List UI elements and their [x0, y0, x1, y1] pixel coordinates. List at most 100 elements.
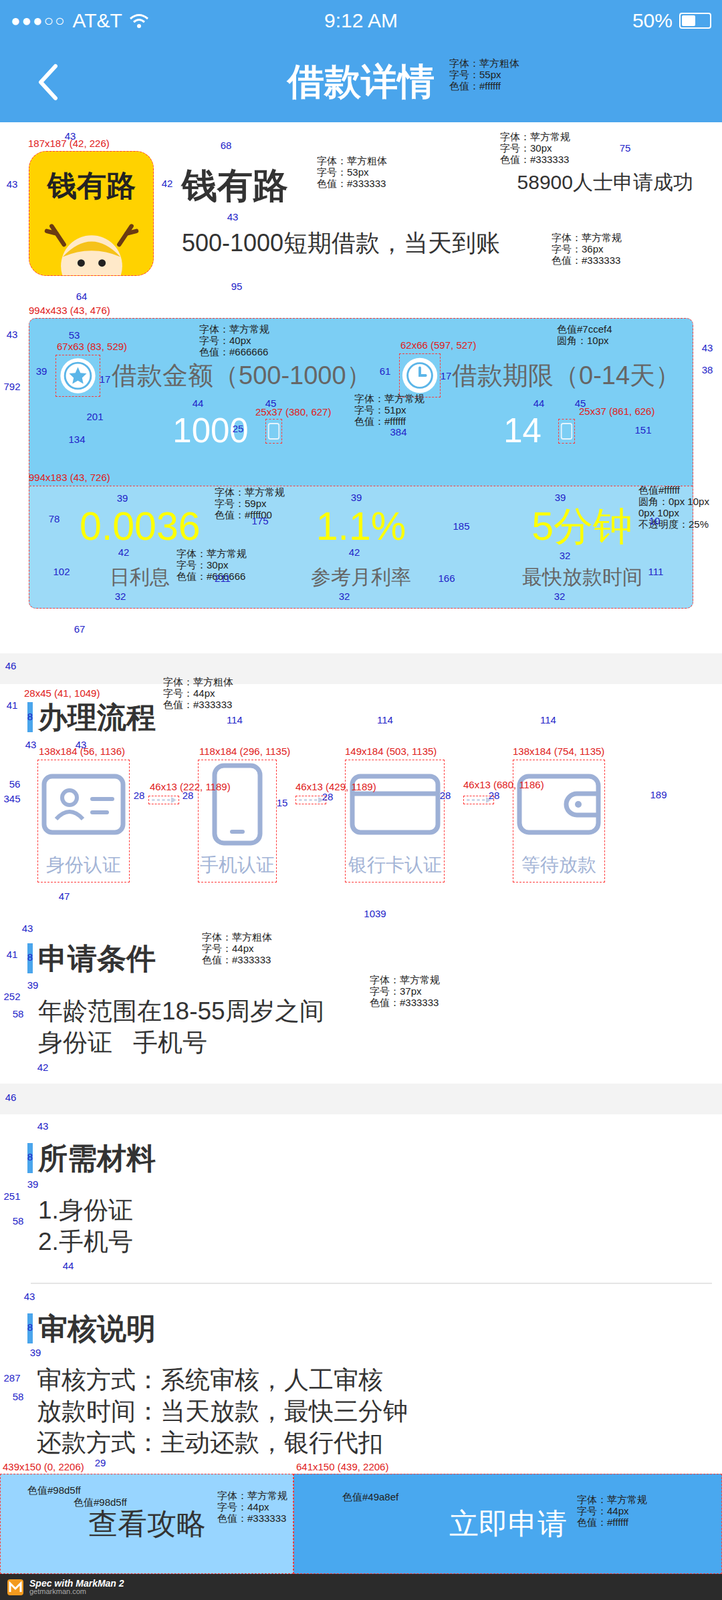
dimension-label: 114: [540, 715, 557, 726]
arrow-icon: [463, 796, 495, 805]
title-bar: [27, 1143, 33, 1174]
dimension-label: 29: [94, 1458, 107, 1469]
dimension-label: 32: [338, 591, 351, 602]
dimension-label: 43: [75, 740, 87, 751]
dimension-label: 43: [6, 179, 19, 190]
spec-note: 字体：苹方粗体字号：53px色值：#333333: [316, 155, 388, 190]
dimension-label: 58: [12, 1009, 25, 1020]
divider: [30, 1283, 712, 1285]
dimension-label: 8: [27, 1322, 33, 1334]
title-bar: [27, 943, 33, 975]
process-step: 身份认证: [37, 760, 130, 884]
process-section: 办理流程身份认证手机认证银行卡认证等待放款: [0, 684, 722, 884]
edit-icon[interactable]: [265, 419, 283, 444]
dimension-label: 114: [377, 715, 394, 726]
spec-note: 字体：苹方常规字号：44px色值：#ffffff: [576, 1494, 648, 1529]
dimension-label: 42: [161, 178, 174, 189]
spec-note: 色值#49a8ef: [342, 1492, 399, 1504]
dimension-label: 43: [64, 131, 77, 142]
dimension-label: 39: [554, 492, 567, 503]
product-header: 钱有路钱有路58900人士申请成功500-1000短期借款，当天到账: [0, 122, 722, 319]
dimension-label: 111: [648, 566, 664, 577]
spec-note: 色值#98d5ff: [27, 1485, 81, 1497]
dimension-label: 78: [48, 514, 61, 525]
spec-note: 字体：苹方常规字号：59px色值：#ffff00: [214, 486, 285, 521]
dimension-label: 47: [58, 891, 71, 902]
size-label: 994x183 (43, 726): [28, 472, 111, 484]
dimension-label: 45: [265, 398, 277, 409]
dimension-label: 28: [182, 790, 194, 801]
dimension-label: 43: [37, 1121, 49, 1132]
section-separator: [0, 1084, 722, 1116]
loan-label: 借款金额（500-1000）: [55, 353, 400, 398]
size-label: 46x13 (429, 1189): [295, 782, 377, 793]
dimension-label: 67: [74, 624, 86, 635]
loan-card: 借款金额（500-1000）借款期限（0-14天）1000140.0036日利息…: [28, 318, 694, 610]
size-label: 149x184 (503, 1135): [344, 746, 437, 758]
dimension-label: 251: [3, 1191, 21, 1202]
spec-note: 字体：苹方粗体字号：44px色值：#333333: [163, 676, 234, 711]
clock: 9:12 AM: [324, 5, 398, 36]
condition-line: 年龄范围在18-55周岁之间: [38, 996, 722, 1028]
signal: ●●●○○: [10, 8, 66, 33]
review-title: 审核说明: [0, 1314, 722, 1345]
carrier: AT&T: [72, 5, 122, 36]
markman-brand: Spec with MarkMan 2: [29, 1579, 125, 1590]
dimension-label: 28: [322, 792, 334, 803]
spec-note: 字体：苹方常规字号：37px色值：#333333: [369, 974, 440, 1009]
id-card-icon: [40, 771, 128, 839]
battery-percent: 50%: [632, 5, 673, 36]
clock-icon: [399, 353, 441, 398]
annotation-layer: 字体：苹方粗体字号：55px色值：#ffffff字体：苹方常规字号：30px色值…: [0, 0, 722, 1600]
dimension-label: 8: [27, 952, 33, 963]
spec-note: 字体：苹方常规字号：30px色值：#666666: [176, 548, 247, 583]
dimension-label: 44: [192, 398, 204, 409]
loan-value[interactable]: 1000: [55, 411, 400, 452]
dimension-label: 252: [3, 992, 21, 1003]
action-bar: 查看攻略立即申请: [0, 1474, 722, 1576]
dimension-label: 201: [86, 411, 103, 422]
dimension-label: 46: [5, 1093, 17, 1104]
dimension-label: 32: [559, 550, 571, 561]
guide-button[interactable]: 查看攻略: [0, 1474, 294, 1576]
wallet-icon: [515, 771, 603, 839]
dimension-label: 43: [701, 342, 714, 353]
app-logo: 钱有路: [28, 151, 154, 277]
back-icon[interactable]: [36, 63, 59, 101]
dimension-label: 68: [220, 140, 232, 151]
dimension-label: 45: [574, 398, 587, 409]
dimension-label: 43: [22, 923, 34, 934]
wifi-icon: [129, 12, 150, 29]
process-step: 等待放款: [512, 760, 606, 884]
edit-icon[interactable]: [558, 419, 575, 444]
dimension-label: 28: [133, 790, 146, 801]
dimension-label: 95: [231, 281, 243, 292]
dimension-label: 42: [37, 1062, 49, 1073]
deer-mascot-icon: [34, 207, 149, 276]
product-name: 钱有路: [181, 165, 289, 206]
spec-note: 字体：苹方粗体字号：44px色值：#333333: [201, 931, 273, 967]
section-separator: [0, 653, 722, 685]
dimension-label: 134: [68, 434, 85, 445]
dimension-label: 39: [27, 1179, 39, 1190]
dimension-label: 41: [6, 949, 19, 960]
material-item: 1.身份证: [38, 1195, 722, 1227]
material-item: 2.手机号: [38, 1226, 722, 1259]
dimension-label: 56: [9, 779, 21, 790]
apply-button[interactable]: 立即申请: [293, 1474, 722, 1576]
dimension-label: 166: [437, 573, 455, 584]
dimension-label: 58: [12, 1392, 25, 1403]
dimension-label: 58: [12, 1216, 25, 1227]
dimension-label: 25: [232, 423, 245, 434]
dimension-label: 792: [3, 381, 21, 392]
dimension-label: 1039: [363, 909, 386, 920]
size-label: 62x66 (597, 527): [400, 340, 476, 351]
applicants-count: 58900人士申请成功: [517, 167, 694, 198]
size-label: 187x187 (42, 226): [28, 138, 110, 150]
spec-note: 字体：苹方常规字号：44px色值：#333333: [217, 1490, 288, 1525]
process-step: 手机认证: [197, 760, 277, 884]
loan-value[interactable]: 14: [399, 411, 680, 452]
rates-panel: 0.0036日利息1.1%参考月利率5分钟最快放款时间: [29, 486, 693, 609]
dimension-label: 39: [27, 980, 39, 991]
dimension-label: 43: [227, 211, 239, 222]
